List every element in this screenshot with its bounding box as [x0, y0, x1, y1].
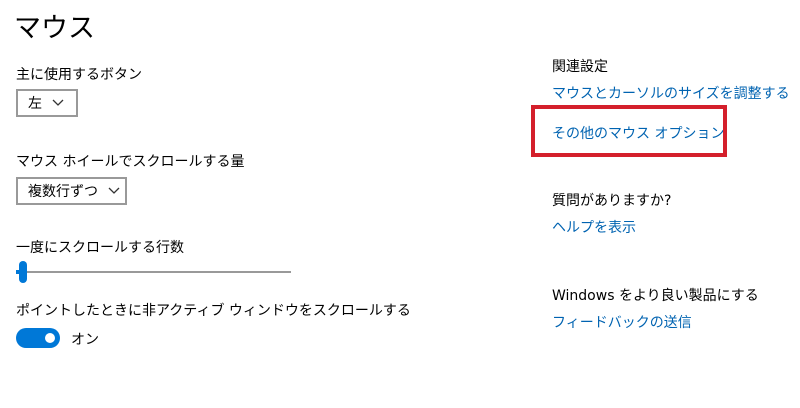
adjust-mouse-cursor-size-link[interactable]: マウスとカーソルのサイズを調整する: [552, 83, 790, 103]
primary-button-label: 主に使用するボタン: [16, 67, 142, 83]
highlight-box: [531, 105, 727, 157]
primary-button-dropdown[interactable]: 左: [16, 89, 78, 117]
questions-heading: 質問がありますか?: [552, 193, 672, 209]
inactive-scroll-toggle-state: オン: [71, 332, 99, 348]
wheel-scroll-value: 複数行ずつ: [28, 184, 98, 200]
lines-to-scroll-label: 一度にスクロールする行数: [16, 240, 184, 256]
give-feedback-link[interactable]: フィードバックの送信: [552, 312, 692, 332]
primary-button-value: 左: [28, 96, 42, 112]
wheel-scroll-dropdown[interactable]: 複数行ずつ: [16, 177, 127, 205]
chevron-down-icon: [108, 187, 120, 195]
feedback-heading: Windows をより良い製品にする: [552, 288, 759, 304]
inactive-scroll-toggle[interactable]: [16, 328, 60, 348]
lines-to-scroll-slider-track[interactable]: [16, 271, 291, 273]
wheel-scroll-label: マウス ホイールでスクロールする量: [16, 154, 245, 170]
inactive-scroll-label: ポイントしたときに非アクティブ ウィンドウをスクロールする: [16, 303, 411, 319]
chevron-down-icon: [52, 99, 64, 107]
related-settings-heading: 関連設定: [552, 59, 608, 75]
lines-to-scroll-slider-thumb[interactable]: [19, 261, 27, 283]
page-title: マウス: [14, 13, 95, 44]
toggle-knob: [45, 333, 55, 343]
get-help-link[interactable]: ヘルプを表示: [552, 217, 636, 237]
